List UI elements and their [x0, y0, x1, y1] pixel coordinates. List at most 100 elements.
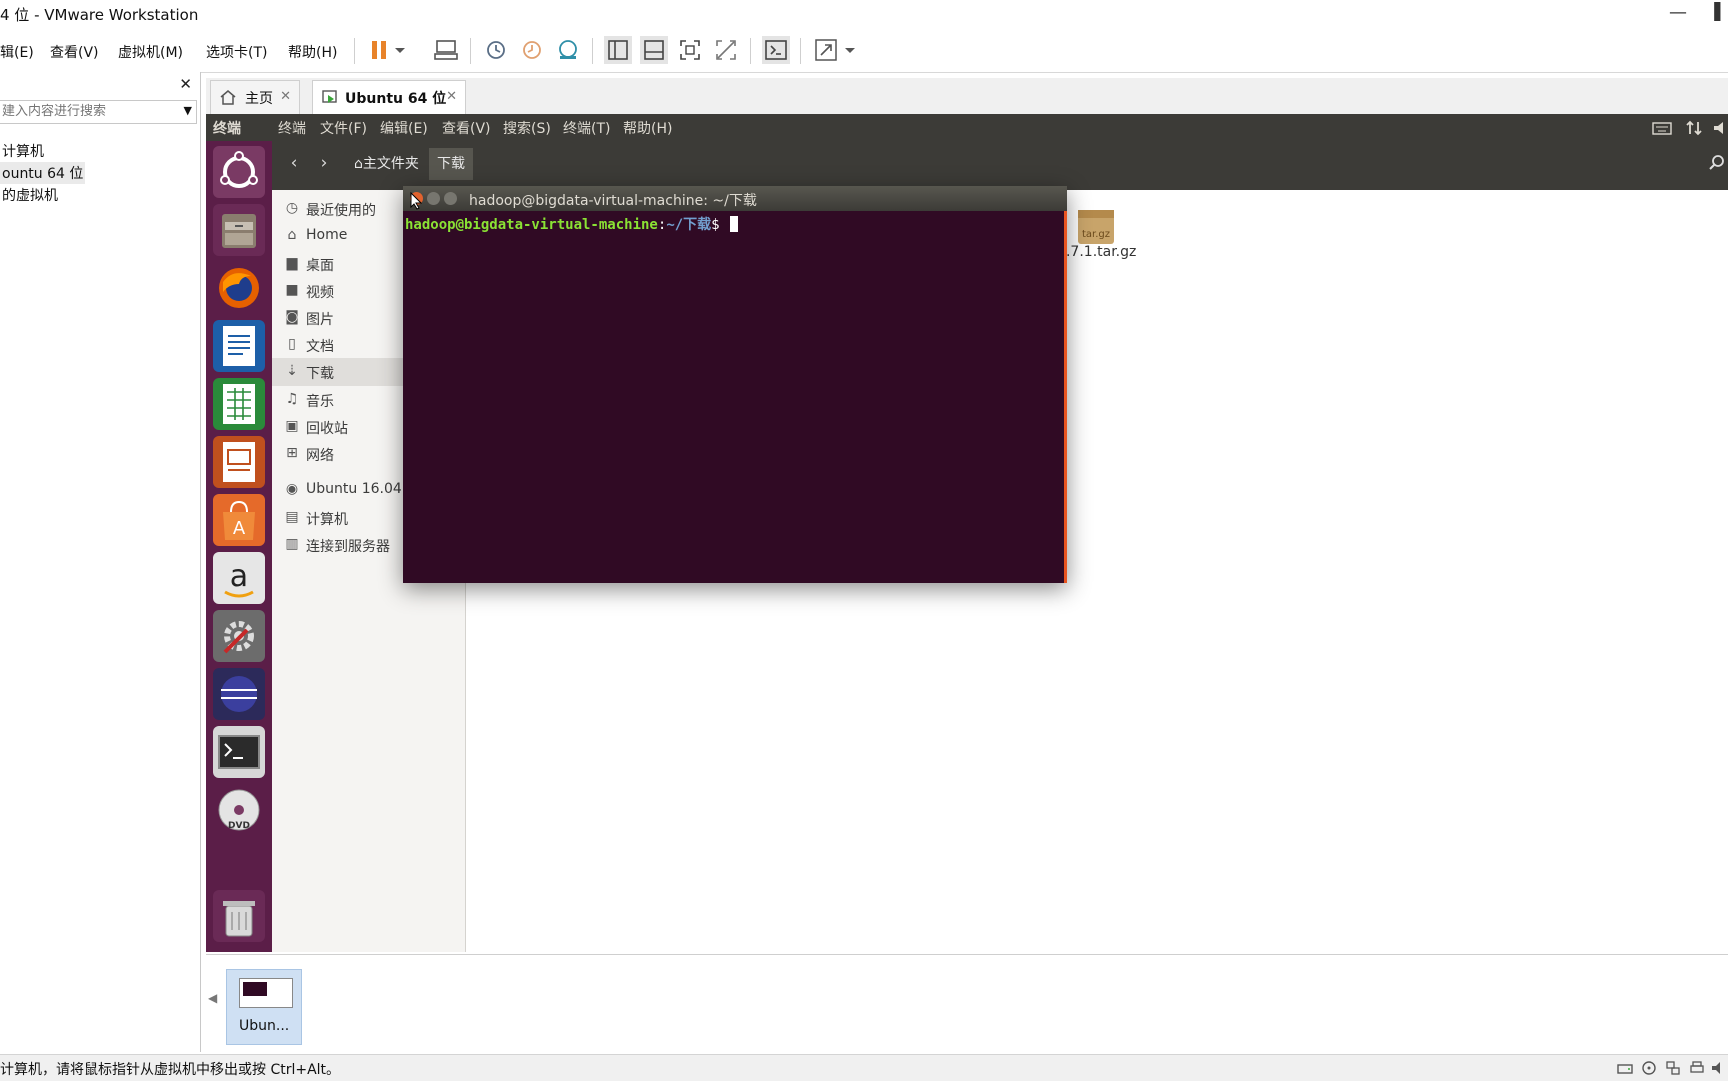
menu-edit[interactable]: 辑(E) — [0, 42, 34, 62]
snapshot-manager-icon[interactable] — [554, 36, 582, 64]
active-app-name: 终端 — [213, 121, 241, 137]
files-icon[interactable] — [213, 204, 265, 256]
back-button[interactable]: ‹ — [279, 148, 309, 178]
eclipse-icon[interactable] — [213, 668, 265, 720]
terminal-title-bar[interactable]: hadoop@bigdata-virtual-machine: ~/下载 — [403, 186, 1067, 211]
dropdown-arrow-icon[interactable] — [392, 36, 408, 64]
firefox-icon[interactable] — [213, 262, 265, 314]
unity-launcher: A a DVD — [206, 141, 272, 952]
thumbnail-bar-icon[interactable] — [640, 36, 668, 64]
vm-tab-strip: 主页 ✕ Ubuntu 64 位 ✕ — [206, 78, 1728, 115]
mouse-pointer-icon — [410, 192, 422, 210]
status-bar: 计算机，请将鼠标指针从虚拟机中移出或按 Ctrl+Alt。 — [0, 1054, 1728, 1081]
video-icon: ■ — [285, 282, 299, 298]
ub-menu-file[interactable]: 文件(F) — [320, 118, 367, 138]
prompt-char: $ — [711, 217, 720, 233]
chevron-down-icon[interactable]: ▼ — [184, 104, 192, 117]
menu-vm[interactable]: 虚拟机(M) — [118, 42, 183, 62]
drive-icon: ▤ — [285, 509, 299, 525]
library-item-ubuntu[interactable]: ountu 64 位 — [0, 162, 86, 184]
tab-home-close-button[interactable]: ✕ — [280, 89, 291, 104]
fullscreen-icon[interactable] — [676, 36, 704, 64]
terminal-body[interactable]: hadoop@bigdata-virtual-machine:~/下载$ — [403, 211, 1067, 583]
pause-icon[interactable] — [366, 36, 394, 64]
terminal-right-edge — [1064, 211, 1067, 583]
volume-icon[interactable] — [1712, 118, 1728, 138]
search-icon[interactable] — [1708, 153, 1726, 171]
terminal-prompt-line: hadoop@bigdata-virtual-machine:~/下载$ — [405, 214, 739, 234]
disc-icon: ◉ — [285, 481, 299, 497]
writer-icon[interactable] — [213, 320, 265, 372]
system-settings-icon[interactable] — [213, 610, 265, 662]
breadcrumb-home[interactable]: ⌂主文件夹 — [346, 148, 427, 180]
sound-icon[interactable] — [1710, 1059, 1728, 1077]
ub-menu-search[interactable]: 搜索(S) — [503, 118, 551, 138]
amazon-icon[interactable]: a — [213, 552, 265, 604]
vm-thumbnail[interactable]: Ubun... — [226, 969, 302, 1045]
scroll-left-icon[interactable]: ◀ — [208, 991, 217, 1005]
svg-text:DVD: DVD — [228, 821, 250, 831]
ubuntu-dash-icon[interactable] — [213, 146, 265, 198]
guest-display[interactable]: 终端 终端 文件(F) 编辑(E) 查看(V) 搜索(S) 终端(T) 帮助(H… — [206, 114, 1728, 952]
trash-icon[interactable] — [213, 890, 265, 942]
ub-menu-terminal-t[interactable]: 终端(T) — [563, 118, 610, 138]
forward-button[interactable]: › — [309, 148, 339, 178]
library-item-computer[interactable]: 计算机 — [0, 140, 46, 162]
menu-tabs[interactable]: 选项卡(T) — [206, 42, 267, 62]
terminal-icon[interactable] — [213, 726, 265, 778]
breadcrumb-home-label: 主文件夹 — [362, 156, 419, 172]
maximize-button[interactable]: ▐ — [1708, 2, 1728, 26]
ub-menu-help[interactable]: 帮助(H) — [623, 118, 672, 138]
library-view-icon[interactable] — [604, 36, 632, 64]
archive-file-icon[interactable]: tar.gz — [1076, 206, 1116, 246]
network-icon: ⊞ — [286, 445, 298, 461]
network-arrows-icon[interactable] — [1684, 118, 1704, 138]
home-icon: ⌂ — [354, 156, 363, 172]
library-search-input[interactable] — [0, 101, 172, 121]
maximize-button[interactable] — [444, 192, 457, 205]
network-adapter-icon[interactable] — [1664, 1059, 1682, 1077]
breadcrumb-downloads[interactable]: 下载 — [429, 148, 473, 180]
tab-home-label: 主页 — [245, 91, 273, 107]
music-icon: ♫ — [285, 391, 299, 407]
home-icon — [219, 88, 237, 106]
minimize-button[interactable] — [427, 192, 440, 205]
calc-icon[interactable] — [213, 378, 265, 430]
svg-text:a: a — [230, 559, 248, 594]
document-icon: ▯ — [288, 336, 296, 352]
nautilus-toolbar: ‹ › ⌂主文件夹 下载 — [272, 141, 1728, 190]
impress-icon[interactable] — [213, 436, 265, 488]
tab-home[interactable]: 主页 ✕ — [210, 80, 300, 114]
dropdown-arrow-icon[interactable] — [842, 36, 858, 64]
tab-ubuntu-close-button[interactable]: ✕ — [446, 89, 457, 104]
unity-icon[interactable] — [712, 36, 740, 64]
terminal-window[interactable]: hadoop@bigdata-virtual-machine: ~/下载 had… — [403, 186, 1067, 583]
prompt-path: ~/下载 — [666, 217, 712, 233]
software-center-icon[interactable]: A — [213, 494, 265, 546]
tab-ubuntu-label: Ubuntu 64 位 — [345, 91, 447, 107]
menu-help[interactable]: 帮助(H) — [288, 42, 337, 62]
library-search-box[interactable]: ▼ — [0, 100, 197, 124]
ub-menu-terminal[interactable]: 终端 — [278, 118, 306, 138]
snapshot-icon[interactable] — [482, 36, 510, 64]
tab-ubuntu[interactable]: Ubuntu 64 位 ✕ — [312, 80, 466, 115]
vm-running-icon — [321, 88, 339, 106]
console-icon[interactable] — [762, 36, 790, 64]
keyboard-icon[interactable] — [1652, 119, 1672, 137]
ub-menu-edit[interactable]: 编辑(E) — [380, 118, 428, 138]
thumbnail-label: Ubun... — [239, 1018, 290, 1034]
send-ctrl-alt-del-icon[interactable] — [432, 36, 460, 64]
dvd-icon[interactable]: DVD — [213, 784, 265, 836]
library-item-shared[interactable]: 的虚拟机 — [0, 184, 60, 206]
minimize-button[interactable]: — — [1666, 2, 1690, 26]
cdrom-icon[interactable] — [1640, 1059, 1658, 1077]
revert-snapshot-icon[interactable] — [518, 36, 546, 64]
hdd-icon[interactable] — [1616, 1059, 1634, 1077]
thumbnail-preview — [239, 978, 293, 1008]
printer-icon[interactable] — [1688, 1059, 1706, 1077]
ub-menu-view[interactable]: 查看(V) — [442, 118, 491, 138]
library-close-button[interactable]: ✕ — [179, 75, 192, 93]
menu-view[interactable]: 查看(V) — [50, 42, 99, 62]
stretch-icon[interactable] — [812, 36, 840, 64]
svg-text:A: A — [233, 518, 246, 539]
